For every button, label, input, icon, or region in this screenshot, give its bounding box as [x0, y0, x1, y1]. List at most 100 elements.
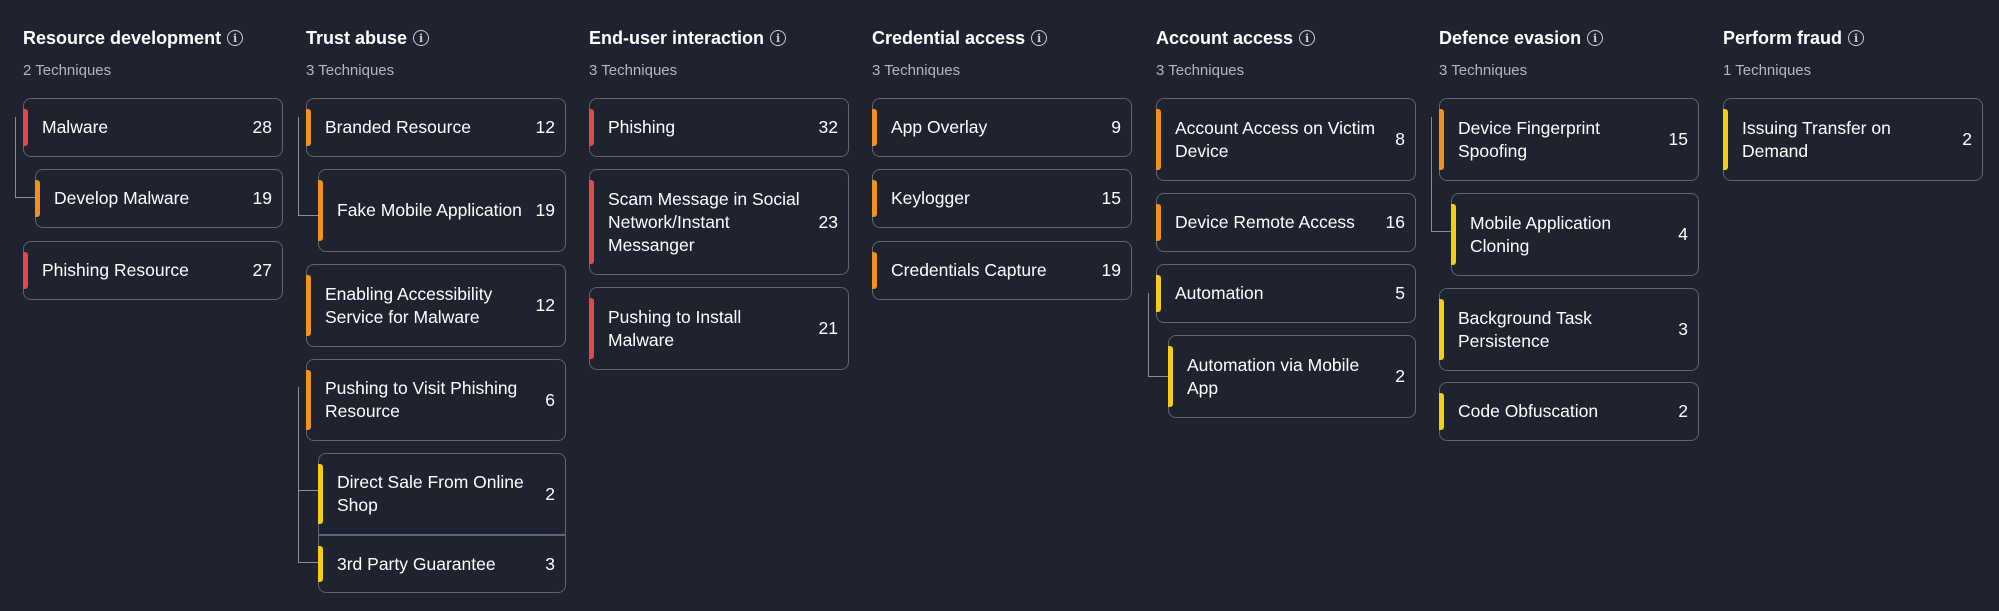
technique-card[interactable]: Pushing to Install Malware 21	[589, 287, 849, 370]
tree-connector	[298, 562, 318, 563]
technique-count-value: 19	[1101, 260, 1121, 280]
column-header: Resource development i	[23, 24, 285, 52]
technique-card[interactable]: Develop Malware 19	[35, 169, 283, 228]
severity-bar	[872, 109, 877, 146]
column-credential-access: Credential access i 3 Techniques	[872, 24, 1134, 80]
technique-count-value: 21	[818, 318, 838, 338]
technique-card[interactable]: Fake Mobile Application 19	[318, 169, 566, 252]
technique-card[interactable]: Device Remote Access 16	[1156, 193, 1416, 252]
severity-bar	[318, 546, 323, 582]
technique-count-value: 27	[252, 260, 272, 280]
column-defence-evasion: Defence evasion i 3 Techniques	[1439, 24, 1701, 80]
info-icon[interactable]: i	[227, 30, 244, 46]
tree-connector	[298, 490, 318, 491]
column-trust-abuse: Trust abuse i 3 Techniques	[306, 24, 568, 80]
technique-count: 2 Techniques	[23, 62, 112, 79]
technique-card[interactable]: Account Access on Victim Device 8	[1156, 98, 1416, 181]
technique-count: 3 Techniques	[589, 62, 678, 79]
technique-name: Keylogger	[891, 188, 970, 208]
technique-count-value: 28	[252, 117, 272, 137]
technique-card[interactable]: Device Fingerprint Spoofing 15	[1439, 98, 1699, 181]
technique-name: Device Fingerprint Spoofing	[1458, 117, 1600, 161]
severity-bar	[1451, 204, 1456, 265]
severity-bar	[1439, 393, 1444, 430]
technique-count-value: 15	[1101, 188, 1121, 208]
technique-name: Issuing Transfer on Demand	[1742, 117, 1891, 161]
technique-count-value: 12	[535, 117, 555, 137]
tree-connector	[1431, 117, 1432, 231]
column-header: Perform fraud i	[1723, 24, 1985, 52]
technique-name: Code Obfuscation	[1458, 401, 1599, 421]
severity-bar	[589, 109, 594, 146]
technique-name: Automation	[1175, 283, 1264, 303]
technique-count-value: 15	[1668, 129, 1688, 149]
info-icon[interactable]: i	[1031, 30, 1048, 46]
info-icon[interactable]: i	[1587, 30, 1604, 46]
info-icon[interactable]: i	[413, 30, 430, 46]
severity-bar	[23, 252, 28, 289]
severity-bar	[1723, 109, 1728, 170]
technique-count-value: 6	[545, 389, 555, 410]
severity-bar	[306, 370, 311, 430]
technique-card[interactable]: Automation via Mobile App 2	[1168, 335, 1416, 418]
technique-card[interactable]: Automation 5	[1156, 264, 1416, 323]
severity-bar	[23, 109, 28, 146]
severity-bar	[1439, 299, 1444, 360]
severity-bar	[872, 180, 877, 217]
technique-card[interactable]: 3rd Party Guarantee 3	[318, 535, 566, 593]
technique-card[interactable]: Malware 28	[23, 98, 283, 157]
technique-name: Develop Malware	[54, 188, 190, 208]
technique-name: Device Remote Access	[1175, 212, 1355, 232]
technique-name: Account Access on Victim Device	[1175, 117, 1376, 161]
technique-card[interactable]: Issuing Transfer on Demand 2	[1723, 98, 1983, 181]
technique-count-value: 23	[818, 211, 838, 232]
severity-bar	[1439, 109, 1444, 170]
technique-card[interactable]: Background Task Persistence 3	[1439, 288, 1699, 371]
technique-count-value: 4	[1678, 224, 1688, 244]
column-title: Credential access	[872, 27, 1026, 48]
severity-bar	[1168, 346, 1173, 407]
technique-name: Phishing Resource	[42, 260, 189, 280]
tree-connector	[1431, 231, 1451, 232]
technique-count: 3 Techniques	[306, 62, 395, 79]
technique-card[interactable]: Credentials Capture 19	[872, 241, 1132, 300]
technique-count-value: 8	[1395, 129, 1405, 149]
column-title: End-user interaction	[589, 27, 765, 48]
severity-bar	[589, 298, 594, 359]
severity-bar	[872, 252, 877, 289]
technique-name: Enabling Accessibility Service for Malwa…	[325, 283, 493, 327]
technique-card[interactable]: Scam Message in Social Network/Instant M…	[589, 169, 849, 275]
info-icon[interactable]: i	[1848, 30, 1865, 46]
info-icon[interactable]: i	[770, 30, 787, 46]
technique-count-value: 5	[1395, 283, 1405, 303]
technique-name: Branded Resource	[325, 117, 471, 137]
technique-count: 1 Techniques	[1723, 62, 1812, 79]
technique-count-value: 3	[1678, 319, 1688, 339]
column-title: Trust abuse	[306, 27, 408, 48]
technique-card[interactable]: Branded Resource 12	[306, 98, 566, 157]
technique-card[interactable]: Mobile Application Cloning 4	[1451, 193, 1699, 276]
technique-card[interactable]: Phishing Resource 27	[23, 241, 283, 300]
column-header: Credential access i	[872, 24, 1134, 52]
technique-card[interactable]: Phishing 32	[589, 98, 849, 157]
technique-card[interactable]: App Overlay 9	[872, 98, 1132, 157]
technique-name: App Overlay	[891, 117, 988, 137]
technique-name: Fake Mobile Application	[337, 200, 522, 220]
technique-card[interactable]: Code Obfuscation 2	[1439, 382, 1699, 441]
tree-connector	[1148, 293, 1149, 376]
technique-count: 3 Techniques	[1156, 62, 1245, 79]
technique-name: Pushing to Visit Phishing Resource	[325, 378, 518, 421]
technique-card[interactable]: Direct Sale From Online Shop 2	[318, 453, 566, 535]
info-icon[interactable]: i	[1299, 30, 1316, 46]
technique-count-value: 19	[252, 188, 272, 208]
technique-name: Background Task Persistence	[1458, 307, 1592, 351]
column-end-user-interaction: End-user interaction i 3 Techniques	[589, 24, 851, 80]
technique-card[interactable]: Pushing to Visit Phishing Resource 6	[306, 359, 566, 441]
technique-count-value: 3	[545, 553, 555, 574]
technique-name: Mobile Application Cloning	[1470, 212, 1612, 256]
technique-count-value: 32	[818, 117, 838, 137]
technique-matrix: Resource development i 2 Techniques Malw…	[0, 0, 1999, 611]
technique-card[interactable]: Keylogger 15	[872, 169, 1132, 228]
technique-count-value: 2	[1678, 401, 1688, 421]
technique-card[interactable]: Enabling Accessibility Service for Malwa…	[306, 264, 566, 347]
